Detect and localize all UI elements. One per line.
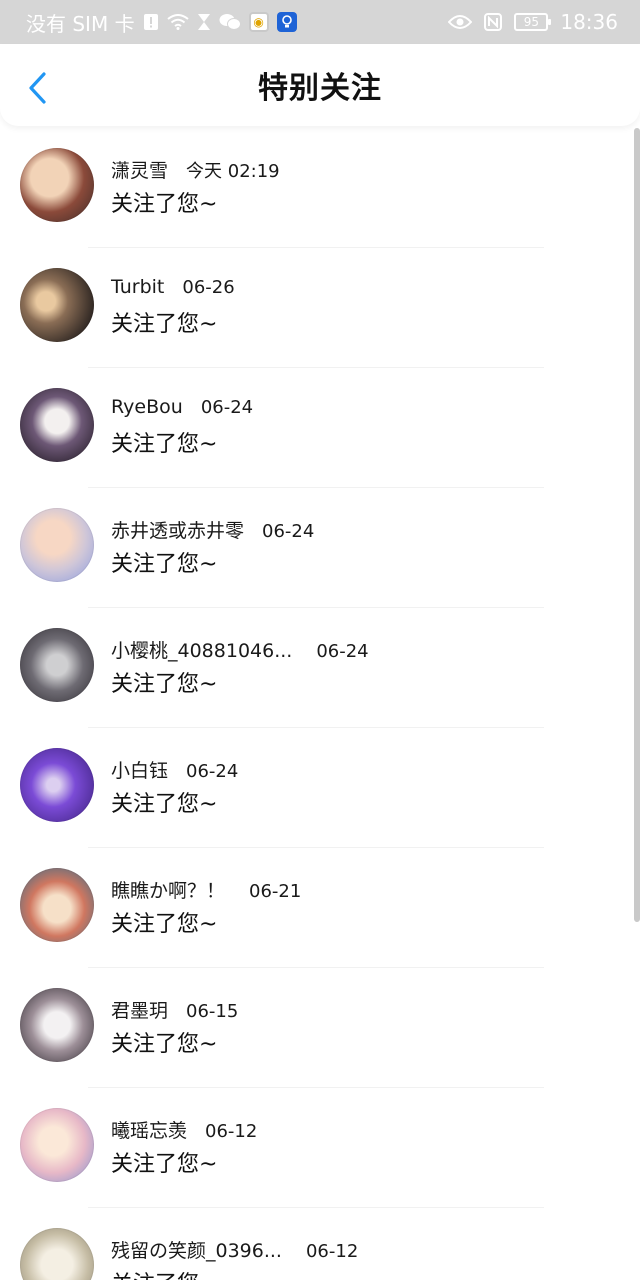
avatar[interactable] xyxy=(20,1108,94,1182)
avatar[interactable] xyxy=(20,268,94,342)
nfc-icon xyxy=(484,13,503,31)
item-text: 赤井透或赤井零 06-24 关注了您~ xyxy=(111,508,314,578)
user-name[interactable]: 曦瑶忘羡 xyxy=(111,1116,187,1143)
user-name[interactable]: 赤井透或赤井零 xyxy=(111,516,244,543)
scrollbar[interactable] xyxy=(634,128,640,922)
follow-action-text: 关注了您~ xyxy=(111,792,218,817)
avatar[interactable] xyxy=(20,508,94,582)
user-name[interactable]: Turbit xyxy=(111,276,164,298)
follow-date: 06-21 xyxy=(249,881,302,902)
user-name[interactable]: RyeBou xyxy=(111,396,183,418)
wifi-icon xyxy=(166,14,189,30)
chevron-left-icon xyxy=(29,72,46,104)
follow-list: 潇灵雪 今天 02:19 关注了您~ Turbit 06-26 关注了您~ RyeB… xyxy=(0,128,640,1280)
list-item[interactable]: 曦瑶忘羡 06-12 关注了您~ xyxy=(0,1088,640,1208)
wechat-icon xyxy=(219,13,241,31)
user-name[interactable]: 小樱桃_40881046... xyxy=(111,636,292,663)
bulb-notification-icon xyxy=(276,12,297,32)
app-header: 特别关注 xyxy=(0,44,640,126)
follow-date: 06-15 xyxy=(186,1001,239,1022)
follow-action-text: 关注了您~ xyxy=(111,192,218,217)
follow-action-text: 关注了您~ xyxy=(111,432,218,457)
item-text: 潇灵雪 今天 02:19 关注了您~ xyxy=(111,148,280,218)
user-name[interactable]: 君墨玥 xyxy=(111,996,168,1023)
user-name[interactable]: 瞧瞧か啊？！ xyxy=(111,876,225,903)
follow-date: 今天 02:19 xyxy=(186,161,280,182)
follow-date: 06-12 xyxy=(205,1121,258,1142)
item-text: 瞧瞧か啊？！ 06-21 关注了您~ xyxy=(111,868,301,938)
user-name[interactable]: 残留の笑颜_0396... xyxy=(111,1236,282,1263)
follow-action-text: 关注了您~ xyxy=(111,912,218,937)
status-bar: 没有 SIM 卡 ◉ 95 18:36 xyxy=(0,0,640,44)
back-button[interactable] xyxy=(22,70,52,106)
hourglass-icon xyxy=(197,13,211,31)
list-item[interactable]: 赤井透或赤井零 06-24 关注了您~ xyxy=(0,488,640,608)
avatar[interactable] xyxy=(20,748,94,822)
follow-date: 06-24 xyxy=(262,521,315,542)
app-notification-icon: ◉ xyxy=(248,12,269,32)
follow-date: 06-24 xyxy=(186,761,239,782)
alert-icon xyxy=(143,13,159,31)
battery-icon: 95 xyxy=(514,13,552,31)
follow-action-text: 关注了您~ xyxy=(111,1152,218,1177)
list-item[interactable]: 潇灵雪 今天 02:19 关注了您~ xyxy=(0,128,640,248)
item-text: 君墨玥 06-15 关注了您~ xyxy=(111,988,238,1058)
list-item[interactable]: 君墨玥 06-15 关注了您~ xyxy=(0,968,640,1088)
avatar[interactable] xyxy=(20,1228,94,1280)
follow-action-text: 关注了您~ xyxy=(111,1266,358,1280)
follow-action-text: 关注了您~ xyxy=(111,312,218,337)
list-item[interactable]: 小樱桃_40881046... 06-24 关注了您~ xyxy=(0,608,640,728)
item-text: Turbit 06-26 关注了您~ xyxy=(111,268,235,338)
list-item[interactable]: 残留の笑颜_0396... 06-12 关注了您~ xyxy=(0,1208,640,1280)
user-name[interactable]: 小白钰 xyxy=(111,756,168,783)
eye-icon xyxy=(448,14,473,30)
carrier-text: 没有 SIM 卡 xyxy=(26,11,135,36)
avatar[interactable] xyxy=(20,388,94,462)
item-text: RyeBou 06-24 关注了您~ xyxy=(111,388,253,458)
item-text: 小樱桃_40881046... 06-24 关注了您~ xyxy=(111,628,369,698)
list-item[interactable]: Turbit 06-26 关注了您~ xyxy=(0,248,640,368)
follow-date: 06-24 xyxy=(200,397,254,418)
item-text: 残留の笑颜_0396... 06-12 关注了您~ xyxy=(111,1228,358,1280)
item-text: 小白钰 06-24 关注了您~ xyxy=(111,748,238,818)
follow-date: 06-12 xyxy=(305,1241,359,1262)
follow-date: 06-24 xyxy=(316,641,369,662)
follow-action-text: 关注了您~ xyxy=(111,672,218,697)
status-right: 95 18:36 xyxy=(448,10,618,34)
status-left: 没有 SIM 卡 ◉ xyxy=(26,8,297,37)
page-title: 特别关注 xyxy=(258,71,382,106)
avatar[interactable] xyxy=(20,868,94,942)
clock-text: 18:36 xyxy=(560,10,618,34)
list-item[interactable]: 瞧瞧か啊？！ 06-21 关注了您~ xyxy=(0,848,640,968)
follow-action-text: 关注了您~ xyxy=(111,552,218,577)
follow-action-text: 关注了您~ xyxy=(111,1032,218,1057)
follow-date: 06-26 xyxy=(182,277,235,298)
list-item[interactable]: 小白钰 06-24 关注了您~ xyxy=(0,728,640,848)
list-item[interactable]: RyeBou 06-24 关注了您~ xyxy=(0,368,640,488)
avatar[interactable] xyxy=(20,148,94,222)
user-name[interactable]: 潇灵雪 xyxy=(111,156,168,183)
avatar[interactable] xyxy=(20,988,94,1062)
item-text: 曦瑶忘羡 06-12 关注了您~ xyxy=(111,1108,257,1178)
avatar[interactable] xyxy=(20,628,94,702)
